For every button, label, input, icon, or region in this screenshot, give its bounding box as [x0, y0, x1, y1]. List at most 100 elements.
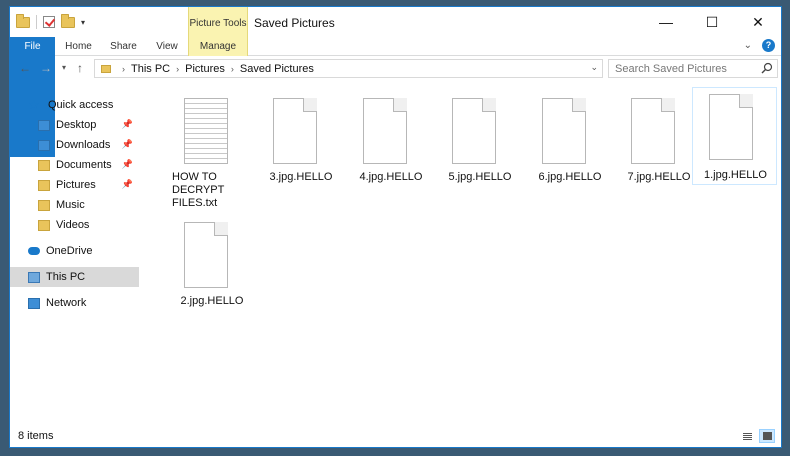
search-icon[interactable] [761, 62, 773, 74]
pin-icon[interactable]: 📌 [122, 139, 133, 150]
nav-onedrive[interactable]: OneDrive [10, 241, 139, 261]
file-name: 3.jpg.HELLO [269, 171, 333, 183]
tab-share[interactable]: Share [102, 37, 145, 56]
status-bar: 8 items [10, 425, 781, 447]
customize-toolbar-icon[interactable]: ▾ [81, 18, 85, 27]
pictures-icon [38, 179, 50, 191]
computer-icon [28, 271, 40, 283]
tab-home[interactable]: Home [55, 37, 102, 56]
nav-this-pc-label: This PC [46, 271, 86, 283]
nav-item-music[interactable]: Music [10, 195, 139, 215]
file-item[interactable]: 5.jpg.HELLO [436, 93, 524, 213]
folder-icon [16, 13, 30, 28]
toolbar-divider [36, 15, 37, 29]
title-bar: ▾ Picture Tools Saved Pictures — ☐ ✕ [10, 7, 781, 37]
file-item[interactable]: 7.jpg.HELLO [615, 93, 703, 213]
videos-icon [38, 219, 50, 231]
nav-item-label: Music [56, 199, 85, 211]
file-name: 4.jpg.HELLO [359, 171, 423, 183]
pin-icon[interactable]: 📌 [122, 179, 133, 190]
quick-access-toolbar: ▾ [16, 13, 85, 29]
nav-item-downloads[interactable]: Downloads 📌 [10, 135, 139, 155]
network-icon [28, 297, 40, 309]
ribbon-right-controls: ⌄ ? [744, 39, 775, 52]
item-count: 8 items [18, 430, 54, 442]
breadcrumb-separator-icon[interactable]: › [231, 64, 234, 74]
blank-file-icon [709, 94, 753, 160]
file-name: 6.jpg.HELLO [538, 171, 602, 183]
picture-tools-label: Picture Tools [189, 18, 247, 29]
downloads-icon [38, 139, 50, 151]
text-file-icon [184, 98, 228, 164]
search-box[interactable]: Search Saved Pictures [608, 59, 778, 78]
nav-onedrive-label: OneDrive [46, 245, 93, 257]
picture-tools-group: Picture Tools [188, 7, 248, 37]
pin-icon[interactable]: 📌 [122, 119, 133, 130]
blank-file-icon [542, 98, 586, 164]
nav-quick-access-label: Quick access [48, 99, 114, 111]
nav-item-desktop[interactable]: Desktop 📌 [10, 115, 139, 135]
ribbon-tabs: File Home Share View Manage ⌄ ? [10, 37, 781, 157]
music-icon [38, 199, 50, 211]
file-item[interactable]: 1.jpg.HELLO [692, 87, 777, 185]
pin-icon[interactable]: 📌 [122, 159, 133, 170]
file-item[interactable]: 4.jpg.HELLO [347, 93, 435, 213]
new-folder-icon[interactable] [61, 13, 75, 28]
file-item[interactable]: HOW TO DECRYPT FILES.txt [168, 93, 256, 213]
nav-item-label: Documents [56, 159, 112, 171]
maximize-button[interactable]: ☐ [689, 7, 735, 37]
breadcrumb-separator-icon[interactable]: › [176, 64, 179, 74]
nav-item-label: Desktop [56, 119, 97, 131]
close-button[interactable]: ✕ [735, 7, 781, 37]
address-dropdown-icon[interactable]: ⌄ [590, 62, 598, 73]
tab-view[interactable]: View [145, 37, 189, 56]
explorer-window: ▾ Picture Tools Saved Pictures — ☐ ✕ Fil… [9, 6, 782, 448]
blank-file-icon [452, 98, 496, 164]
file-name: 7.jpg.HELLO [627, 171, 691, 183]
file-item[interactable]: 2.jpg.HELLO [168, 217, 256, 337]
file-view: HOW TO DECRYPT FILES.txt 3.jpg.HELLO 4.j… [140, 87, 781, 427]
back-arrow-icon[interactable]: ← [17, 60, 33, 76]
nav-quick-access[interactable]: ★ Quick access [10, 95, 139, 115]
help-icon[interactable]: ? [762, 39, 775, 52]
file-item[interactable]: 3.jpg.HELLO [257, 93, 345, 213]
file-name: HOW TO DECRYPT FILES.txt [172, 171, 225, 209]
cloud-icon [28, 247, 40, 255]
nav-this-pc[interactable]: This PC [10, 267, 139, 287]
nav-item-label: Downloads [56, 139, 111, 151]
up-arrow-icon[interactable]: ↑ [72, 60, 88, 76]
large-icons-view-icon[interactable] [759, 429, 775, 443]
nav-item-videos[interactable]: Videos [10, 215, 139, 235]
breadcrumb-pictures[interactable]: Pictures [185, 63, 225, 75]
recent-locations-icon[interactable]: ▾ [56, 60, 72, 76]
address-bar[interactable]: › This PC › Pictures › Saved Pictures ⌄ [94, 59, 603, 78]
blank-file-icon [631, 98, 675, 164]
breadcrumb-separator-icon[interactable]: › [122, 64, 125, 74]
file-item[interactable]: 6.jpg.HELLO [526, 93, 614, 213]
details-view-icon[interactable] [739, 429, 755, 443]
documents-icon [38, 159, 50, 171]
nav-network[interactable]: Network [10, 293, 139, 313]
forward-arrow-icon[interactable]: → [38, 60, 54, 76]
folder-icon [101, 64, 111, 73]
blank-file-icon [184, 222, 228, 288]
star-icon: ★ [28, 97, 40, 112]
minimize-button[interactable]: — [643, 7, 689, 37]
tab-manage[interactable]: Manage [188, 37, 248, 56]
nav-item-documents[interactable]: Documents 📌 [10, 155, 139, 175]
breadcrumb-this-pc[interactable]: This PC [131, 63, 170, 75]
nav-item-label: Pictures [56, 179, 96, 191]
chevron-down-icon[interactable]: ⌄ [744, 40, 752, 51]
blank-file-icon [273, 98, 317, 164]
file-name: 1.jpg.HELLO [704, 169, 767, 181]
search-placeholder: Search Saved Pictures [615, 63, 727, 75]
blank-file-icon [363, 98, 407, 164]
nav-item-pictures[interactable]: Pictures 📌 [10, 175, 139, 195]
nav-item-label: Videos [56, 219, 90, 231]
address-row: ← → ▾ ↑ › This PC › Pictures › Saved Pic… [10, 57, 781, 81]
properties-icon[interactable] [43, 16, 55, 28]
file-name: 5.jpg.HELLO [448, 171, 512, 183]
navigation-pane: ★ Quick access Desktop 📌 Downloads 📌 Doc… [10, 87, 139, 427]
breadcrumb-saved-pictures[interactable]: Saved Pictures [240, 63, 314, 75]
file-name: 2.jpg.HELLO [180, 295, 244, 307]
